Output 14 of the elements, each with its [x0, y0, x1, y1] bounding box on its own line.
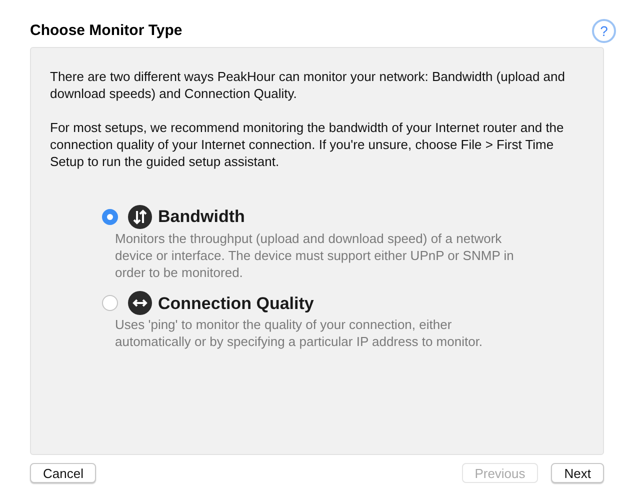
left-right-arrows-icon	[128, 291, 152, 316]
help-button[interactable]: ?	[592, 19, 616, 43]
intro-paragraph: For most setups, we recommend monitoring the bandwidth of your Internet router and the connection quality of your Internet connection. If you're unsure, choose File > First Time Setup to run the guided setup assistant.	[50, 119, 565, 170]
wizard-button[interactable]: Cancel	[30, 463, 96, 483]
radio-button[interactable]	[102, 208, 118, 225]
option-label[interactable]: Connection Quality	[158, 290, 314, 316]
up-down-arrows-icon	[128, 204, 152, 229]
option-description: Monitors the throughput (upload and download speed) of a network device or interface. The device must support either UPnP or SNMP in order to be monitored.	[115, 230, 515, 280]
dialog-title: Choose Monitor Type	[30, 20, 182, 41]
wizard-button[interactable]: Next	[551, 463, 604, 483]
option-description: Uses 'ping' to monitor the quality of your connection, either automatically or by specifying a particular IP address to monitor.	[115, 316, 484, 350]
radio-button[interactable]	[102, 295, 118, 312]
intro-paragraph: There are two different ways PeakHour can monitor your network: Bandwidth (upload and download speeds) and Connection Quality.	[50, 68, 566, 102]
option-label[interactable]: Bandwidth	[158, 204, 245, 230]
